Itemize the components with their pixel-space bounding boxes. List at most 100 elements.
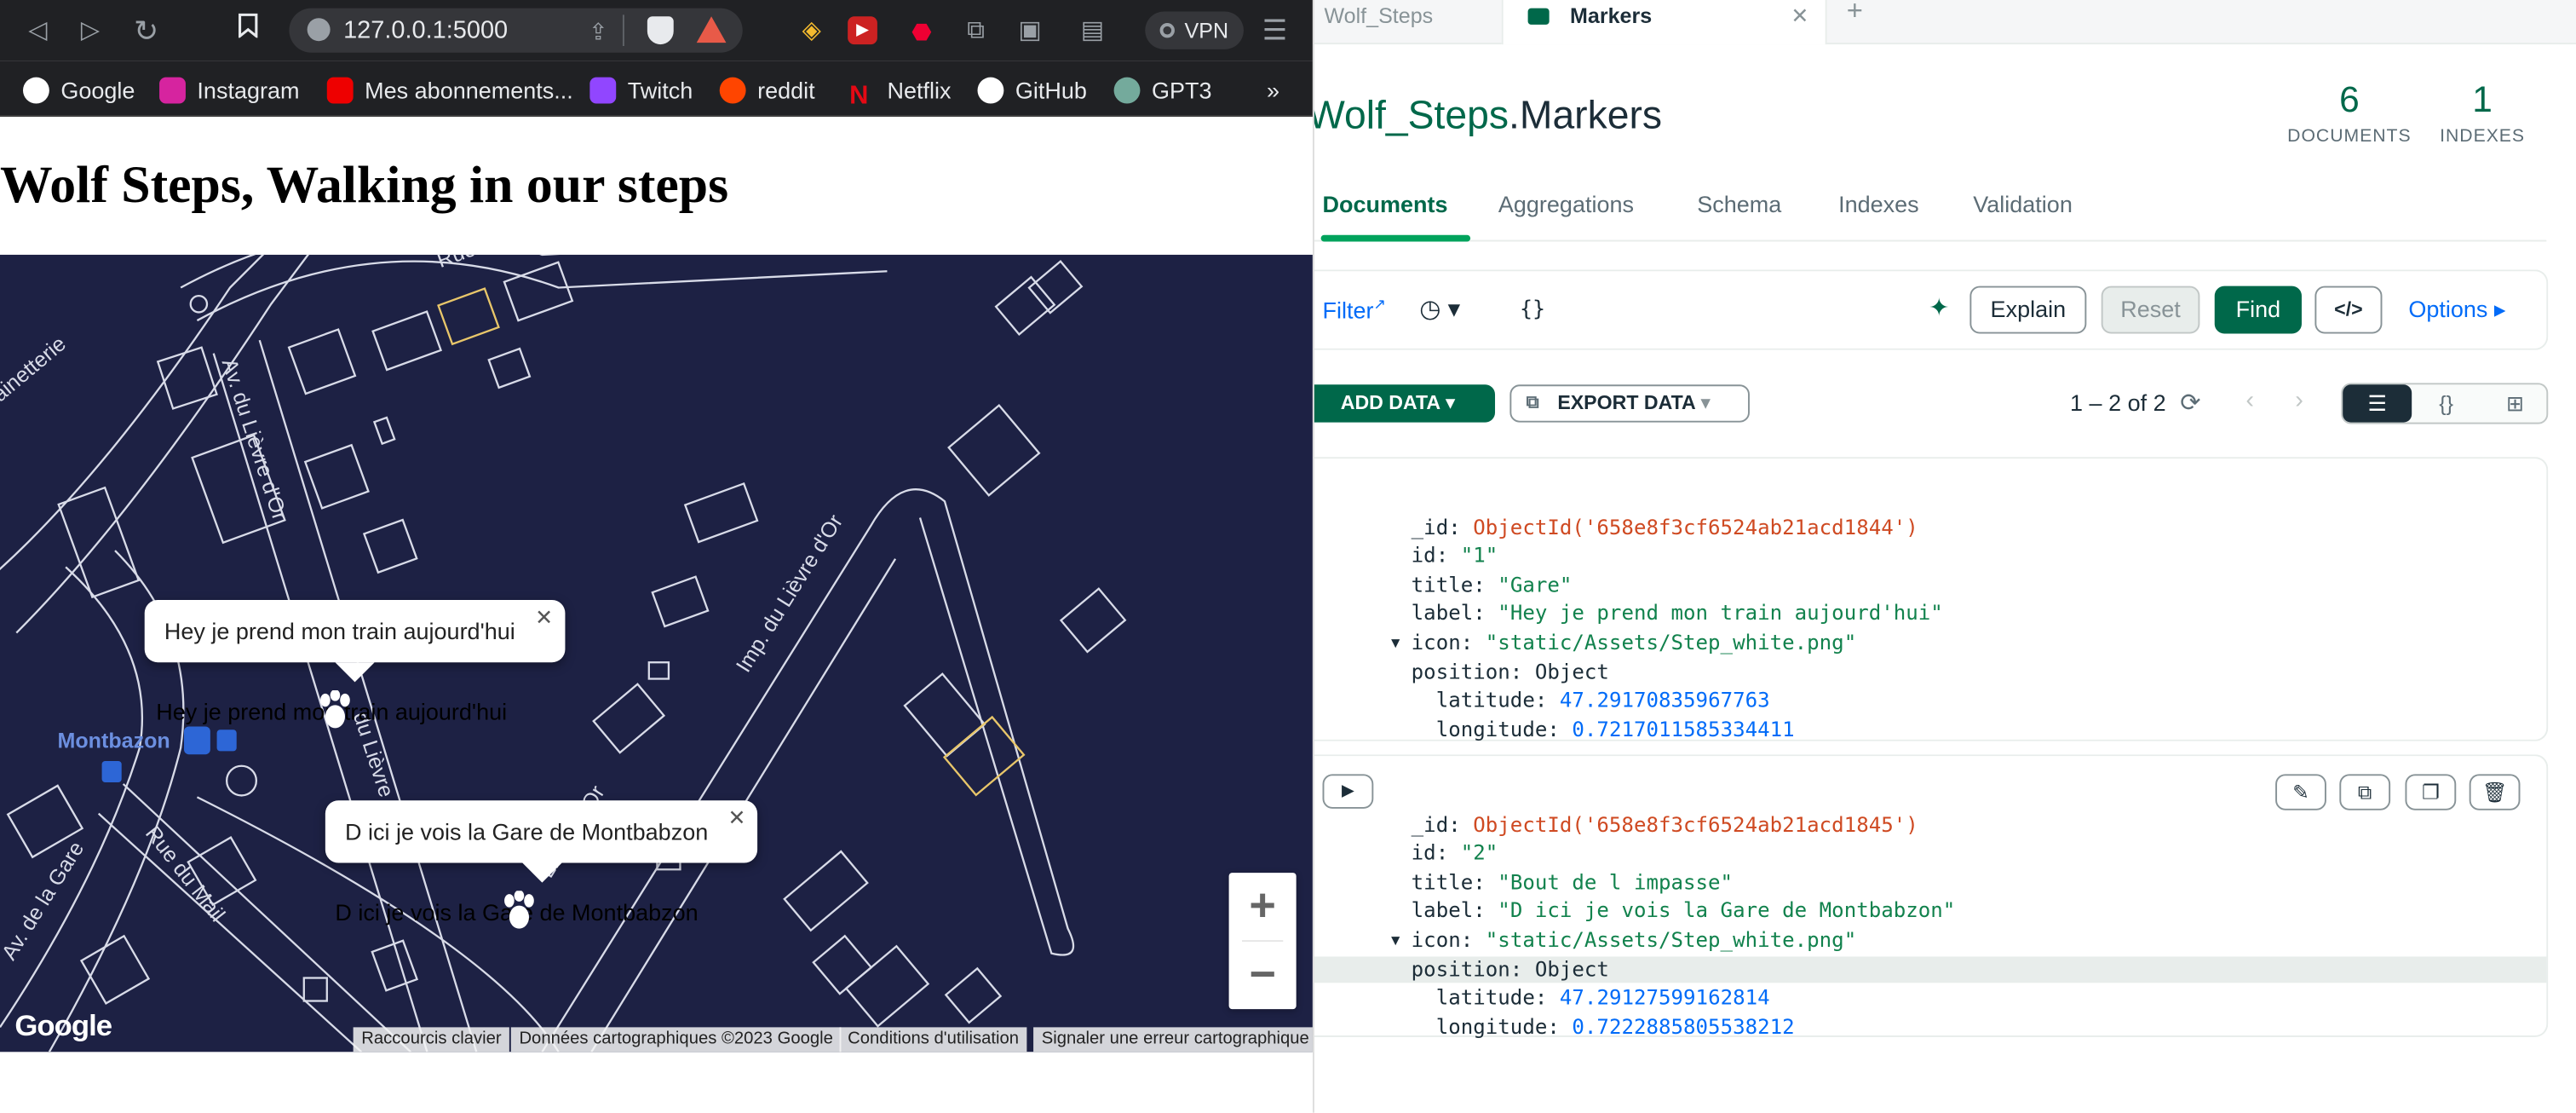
map[interactable]: Rue ainetterie Av. du Lièvre d'Or Imp. d… bbox=[0, 254, 1313, 1052]
clone-document-icon[interactable]: ❐ bbox=[2405, 774, 2457, 810]
copy-document-icon[interactable]: ⧉ bbox=[2339, 774, 2391, 810]
query-history-icon[interactable]: ◷ ▾ bbox=[1419, 294, 1460, 324]
forward-icon[interactable]: ▷ bbox=[72, 13, 108, 49]
info-window: D ici je vois la Gare de Montbabzon ✕ bbox=[325, 800, 758, 883]
list-view-icon[interactable]: ☰ bbox=[2343, 384, 2412, 423]
json-view-icon[interactable]: {} bbox=[2412, 384, 2481, 422]
field-key: _id bbox=[1411, 810, 1449, 836]
tab-wolf-steps[interactable]: Wolf_Steps bbox=[1314, 0, 1502, 44]
indexes-count: 1 bbox=[2472, 78, 2493, 120]
field-value: 0.7222885805538212 bbox=[1572, 1013, 1795, 1039]
keyboard-shortcuts-link[interactable]: Raccourcis clavier bbox=[353, 1027, 510, 1052]
back-icon[interactable]: ◁ bbox=[20, 13, 55, 49]
next-page-icon[interactable]: › bbox=[2295, 386, 2303, 414]
bookmark-google[interactable]: Google bbox=[23, 74, 135, 107]
edit-document-icon[interactable]: ✎ bbox=[2275, 774, 2326, 810]
extension-icon[interactable]: ⬣ bbox=[904, 13, 940, 49]
sidebar-icon[interactable]: ▣ bbox=[1012, 13, 1048, 49]
close-icon[interactable]: ✕ bbox=[535, 605, 553, 631]
zoom-in-button[interactable]: + bbox=[1229, 873, 1297, 940]
tab-schema[interactable]: Schema bbox=[1697, 191, 1781, 217]
tab-indexes[interactable]: Indexes bbox=[1838, 191, 1919, 217]
bookmark-twitch[interactable]: Twitch bbox=[589, 74, 693, 107]
collapse-caret-icon[interactable]: ▼ bbox=[1389, 634, 1403, 650]
tabs-divider bbox=[1314, 239, 2547, 242]
field-key: longitude bbox=[1435, 1013, 1548, 1039]
delete-document-icon[interactable]: 🗑 bbox=[2469, 774, 2521, 810]
collection-title: Wolf_Steps.Markers bbox=[1314, 94, 1662, 140]
documents-label: DOCUMENTS bbox=[2287, 126, 2412, 147]
bookmark-youtube[interactable]: Mes abonnements... bbox=[326, 74, 573, 107]
binance-extension-icon[interactable]: ◈ bbox=[794, 13, 830, 49]
bookmark-label: GitHub bbox=[1015, 77, 1087, 104]
filter-input[interactable]: {} bbox=[1520, 297, 1545, 322]
terms-link[interactable]: Conditions d'utilisation bbox=[839, 1027, 1027, 1052]
field-key: icon bbox=[1411, 629, 1461, 655]
collapse-caret-icon[interactable]: ▼ bbox=[1389, 932, 1403, 949]
reset-button[interactable]: Reset bbox=[2101, 285, 2200, 334]
vpn-label: VPN bbox=[1184, 18, 1229, 43]
bookmarks-overflow-button[interactable]: » bbox=[1267, 74, 1279, 107]
tab-documents[interactable]: Documents bbox=[1323, 191, 1448, 217]
twitch-icon bbox=[589, 77, 617, 104]
active-tab-indicator bbox=[1320, 234, 1471, 242]
menu-icon[interactable]: ☰ bbox=[1256, 13, 1292, 49]
view-switcher: ☰ {} ⊞ bbox=[2341, 383, 2550, 424]
close-icon[interactable]: ✕ bbox=[728, 805, 746, 832]
filter-link[interactable]: Filter↗ bbox=[1323, 296, 1387, 323]
vpn-button[interactable]: VPN bbox=[1145, 11, 1244, 49]
field-value: Object bbox=[1534, 955, 1609, 981]
zoom-out-button[interactable]: − bbox=[1229, 942, 1297, 1009]
bus-stop-icon[interactable] bbox=[101, 760, 122, 783]
tab-label: Markers bbox=[1570, 3, 1653, 28]
wallet-icon[interactable]: ▤ bbox=[1074, 13, 1110, 49]
expand-document-button[interactable]: ▶ bbox=[1322, 774, 1374, 809]
prev-page-icon[interactable]: ‹ bbox=[2245, 386, 2254, 414]
paw-marker-icon[interactable] bbox=[317, 690, 353, 733]
bus-stop-icon[interactable] bbox=[184, 726, 210, 755]
info-window: Hey je prend mon train aujourd'hui ✕ bbox=[144, 599, 565, 683]
bookmark-netflix[interactable]: N Netflix bbox=[849, 74, 951, 111]
bookmark-icon[interactable] bbox=[230, 13, 266, 49]
street-label: Av. du Lièvre d'Or bbox=[217, 355, 292, 522]
info-window-text: Hey je prend mon train aujourd'hui bbox=[164, 618, 515, 645]
bookmark-github[interactable]: GitHub bbox=[977, 74, 1087, 107]
reload-icon[interactable]: ↻ bbox=[128, 13, 164, 49]
export-to-language-button[interactable]: </> bbox=[2314, 285, 2383, 334]
extensions-puzzle-icon[interactable]: ⧉ bbox=[957, 13, 993, 49]
explain-button[interactable]: Explain bbox=[1969, 285, 2087, 334]
youtube-icon bbox=[326, 77, 354, 104]
share-icon[interactable]: ⇪ bbox=[589, 18, 608, 46]
find-button[interactable]: Find bbox=[2214, 285, 2302, 334]
netflix-icon: N bbox=[849, 82, 869, 111]
bus-stop-icon[interactable] bbox=[216, 730, 237, 752]
export-data-button[interactable]: ⧉ EXPORT DATA ▾ bbox=[1509, 384, 1750, 423]
github-icon bbox=[977, 77, 1004, 104]
bookmark-reddit[interactable]: reddit bbox=[719, 74, 815, 107]
ai-sparkle-icon[interactable]: ✦ bbox=[1929, 292, 1949, 322]
pagination-text: 1 – 2 of 2 bbox=[2070, 389, 2166, 416]
youtube-extension-icon[interactable]: ▶ bbox=[848, 16, 877, 45]
site-info-icon[interactable] bbox=[307, 18, 331, 42]
bookmark-instagram[interactable]: Instagram bbox=[159, 74, 299, 107]
tab-validation[interactable]: Validation bbox=[1973, 191, 2073, 217]
add-tab-button[interactable]: + bbox=[1847, 0, 1863, 39]
tab-markers[interactable]: Markers ✕ bbox=[1501, 0, 1827, 45]
table-view-icon[interactable]: ⊞ bbox=[2481, 384, 2550, 422]
tab-aggregations[interactable]: Aggregations bbox=[1498, 191, 1634, 217]
bookmark-label: Mes abonnements... bbox=[365, 77, 573, 104]
close-tab-icon[interactable]: ✕ bbox=[1791, 2, 1808, 32]
report-error-link[interactable]: Signaler une erreur cartographique bbox=[1033, 1027, 1313, 1052]
field-value: ObjectId('658e8f3cf6524ab21acd1844') bbox=[1473, 513, 1918, 539]
field-value: "2" bbox=[1460, 839, 1498, 865]
url-divider bbox=[622, 14, 624, 47]
brave-shield-icon[interactable] bbox=[647, 16, 674, 45]
bookmark-gpt3[interactable]: GPT3 bbox=[1113, 74, 1211, 107]
add-data-button[interactable]: ADD DATA ▾ bbox=[1314, 384, 1496, 423]
refresh-icon[interactable]: ⟳ bbox=[2180, 388, 2200, 418]
options-toggle[interactable]: Options ▸ bbox=[2408, 296, 2505, 324]
brave-rewards-icon[interactable] bbox=[696, 16, 727, 43]
place-label: Montbazon bbox=[58, 730, 170, 753]
paw-marker-icon[interactable] bbox=[501, 891, 537, 933]
address-bar[interactable]: 127.0.0.1:5000 ⇪ bbox=[289, 8, 743, 53]
